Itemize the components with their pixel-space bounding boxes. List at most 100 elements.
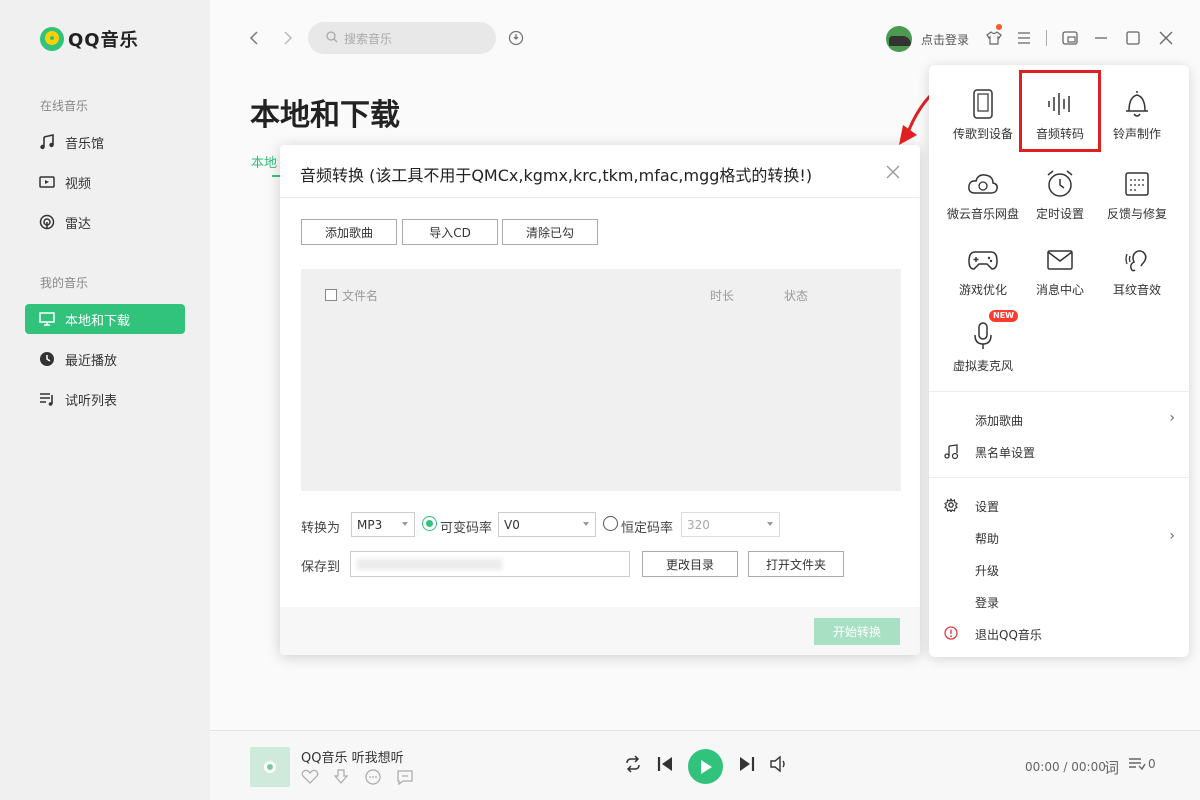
heart-icon[interactable]	[301, 769, 319, 789]
sidebar-item-label: 雷达	[65, 216, 92, 232]
menu-item-exit[interactable]: 退出QQ音乐	[975, 626, 1042, 643]
menu-item-upgrade[interactable]: 升级	[975, 562, 999, 579]
minimize-icon[interactable]	[1092, 29, 1110, 47]
more-icon[interactable]	[365, 769, 381, 789]
queue-icon	[1129, 758, 1146, 771]
chevron-down-icon	[583, 522, 589, 526]
chevron-right-icon: ›	[1169, 528, 1175, 544]
sidebar-item-label: 视频	[65, 176, 92, 192]
menu-item-help[interactable]: 帮助	[975, 530, 999, 547]
save-to-label: 保存到	[301, 560, 341, 575]
previous-track-icon[interactable]	[656, 755, 674, 773]
song-title[interactable]: QQ音乐 听我想听	[301, 747, 404, 766]
tab-local[interactable]: 本地	[251, 152, 277, 171]
next-track-icon[interactable]	[738, 755, 756, 773]
tool-virtual-mic[interactable]: 虚拟麦克风	[943, 319, 1023, 374]
user-avatar[interactable]	[886, 26, 912, 52]
tool-audio-transcode[interactable]: 音频转码	[1020, 87, 1100, 142]
playlist-icon	[38, 390, 56, 408]
file-list: 文件名 时长 状态	[301, 269, 901, 491]
voice-search-icon[interactable]	[507, 29, 525, 47]
gamepad-icon	[966, 243, 1000, 277]
format-value: MP3	[357, 517, 383, 532]
comment-icon[interactable]	[396, 769, 414, 789]
play-button[interactable]	[688, 749, 723, 784]
dialog-close-icon[interactable]	[886, 160, 900, 184]
loop-mode-icon[interactable]	[623, 755, 643, 773]
tool-game-optimize[interactable]: 游戏优化	[943, 243, 1023, 298]
add-song-button[interactable]: 添加歌曲	[301, 219, 397, 245]
vbr-radio[interactable]	[422, 516, 437, 531]
player-bar: QQ音乐 听我想听 00:00 / 00:00 词 0	[210, 730, 1200, 800]
lyrics-button[interactable]: 词	[1104, 757, 1119, 778]
menu-item-login[interactable]: 登录	[975, 594, 999, 611]
import-cd-button[interactable]: 导入CD	[402, 219, 498, 245]
exit-alert-icon	[943, 625, 959, 641]
tool-messages[interactable]: 消息中心	[1020, 243, 1100, 298]
format-select[interactable]: MP3	[351, 512, 415, 537]
search-input[interactable]: 搜索音乐	[308, 22, 496, 54]
sidebar-item-radar[interactable]: 雷达	[25, 207, 185, 237]
main-menu-icon[interactable]	[1015, 29, 1033, 47]
tool-transfer-device[interactable]: 传歌到设备	[943, 87, 1023, 142]
play-queue-button[interactable]: 0	[1128, 757, 1156, 771]
back-arrow-icon[interactable]	[246, 30, 262, 46]
cloud-icon	[966, 167, 1000, 201]
cbr-select[interactable]: 320	[681, 512, 780, 537]
feedback-icon	[1120, 167, 1154, 201]
video-icon	[38, 173, 56, 191]
tool-timer[interactable]: 定时设置	[1020, 167, 1100, 222]
sidebar: QQ音乐 在线音乐 音乐馆 视频 雷达 我的音乐 本地和下载 最近播放 试听列表	[0, 0, 210, 800]
forward-arrow-icon[interactable]	[280, 30, 296, 46]
phone-icon	[966, 87, 1000, 121]
menu-divider	[929, 477, 1189, 478]
sidebar-item-label: 音乐馆	[65, 136, 105, 152]
change-dir-button[interactable]: 更改目录	[642, 551, 738, 577]
tool-label: 定时设置	[1035, 207, 1084, 221]
menu-divider	[929, 391, 1189, 392]
clear-checked-button[interactable]: 清除已勾	[502, 219, 598, 245]
close-window-icon[interactable]	[1157, 29, 1175, 47]
cbr-radio[interactable]	[603, 516, 618, 531]
column-duration: 时长	[710, 289, 735, 303]
blurred-path	[357, 559, 502, 570]
album-cover[interactable]	[250, 747, 290, 787]
skin-shirt-icon[interactable]	[985, 29, 1003, 47]
menu-item-blacklist[interactable]: 黑名单设置	[975, 444, 1035, 461]
vbr-select[interactable]: V0	[498, 512, 596, 537]
tool-ringtone[interactable]: 铃声制作	[1097, 87, 1177, 142]
sidebar-item-recent[interactable]: 最近播放	[25, 344, 185, 374]
sidebar-item-local-download[interactable]: 本地和下载	[25, 304, 185, 334]
start-convert-button[interactable]: 开始转换	[814, 618, 900, 645]
tool-feedback[interactable]: 反馈与修复	[1097, 167, 1177, 222]
download-icon[interactable]	[333, 769, 349, 789]
menu-item-settings[interactable]: 设置	[975, 498, 999, 515]
menu-item-add-song[interactable]: 添加歌曲	[975, 412, 1023, 429]
app-logo[interactable]: QQ音乐	[40, 26, 139, 52]
select-all-checkbox[interactable]	[325, 289, 337, 301]
login-link[interactable]: 点击登录	[921, 31, 969, 48]
column-status: 状态	[784, 289, 809, 303]
tool-label: 耳纹音效	[1112, 283, 1161, 297]
tool-label: 虚拟麦克风	[952, 359, 1013, 373]
tool-ear-effect[interactable]: 耳纹音效	[1097, 243, 1177, 298]
sidebar-group-online: 在线音乐	[40, 99, 89, 113]
sidebar-item-trial-list[interactable]: 试听列表	[25, 384, 185, 414]
bell-icon	[1120, 87, 1154, 121]
volume-icon[interactable]	[769, 755, 789, 773]
sidebar-item-music-hall[interactable]: 音乐馆	[25, 127, 185, 157]
maximize-icon[interactable]	[1124, 29, 1142, 47]
sidebar-item-video[interactable]: 视频	[25, 167, 185, 197]
music-note-icon	[38, 133, 56, 151]
sidebar-item-label: 本地和下载	[65, 313, 131, 329]
open-folder-button[interactable]: 打开文件夹	[748, 551, 844, 577]
save-path-field[interactable]	[350, 551, 630, 577]
sidebar-item-label: 最近播放	[65, 353, 118, 369]
mail-icon	[1043, 243, 1077, 277]
cbr-label: 恒定码率	[621, 521, 674, 536]
clock-icon	[38, 350, 56, 368]
search-placeholder: 搜索音乐	[344, 31, 393, 46]
mini-mode-icon[interactable]	[1061, 29, 1079, 47]
tool-weiyun[interactable]: 微云音乐网盘	[943, 167, 1023, 222]
logo-text: QQ音乐	[68, 30, 139, 51]
